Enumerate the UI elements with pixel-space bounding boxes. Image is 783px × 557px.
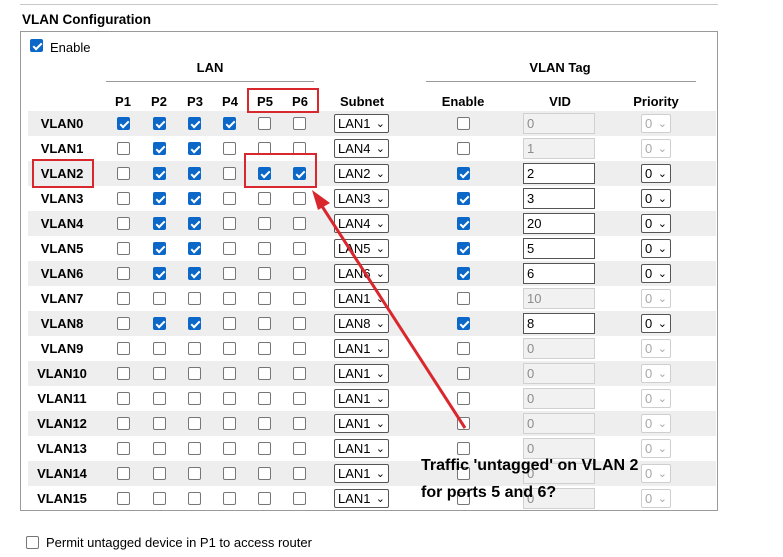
permit-untagged-checkbox[interactable] — [26, 536, 39, 549]
annotation-arrow — [312, 190, 467, 429]
permit-untagged-label: Permit untagged device in P1 to access r… — [46, 535, 312, 550]
annotation-line-2: for ports 5 and 6? — [421, 484, 557, 501]
annotation-line-1: Traffic 'untagged' on VLAN 2 — [421, 457, 639, 474]
